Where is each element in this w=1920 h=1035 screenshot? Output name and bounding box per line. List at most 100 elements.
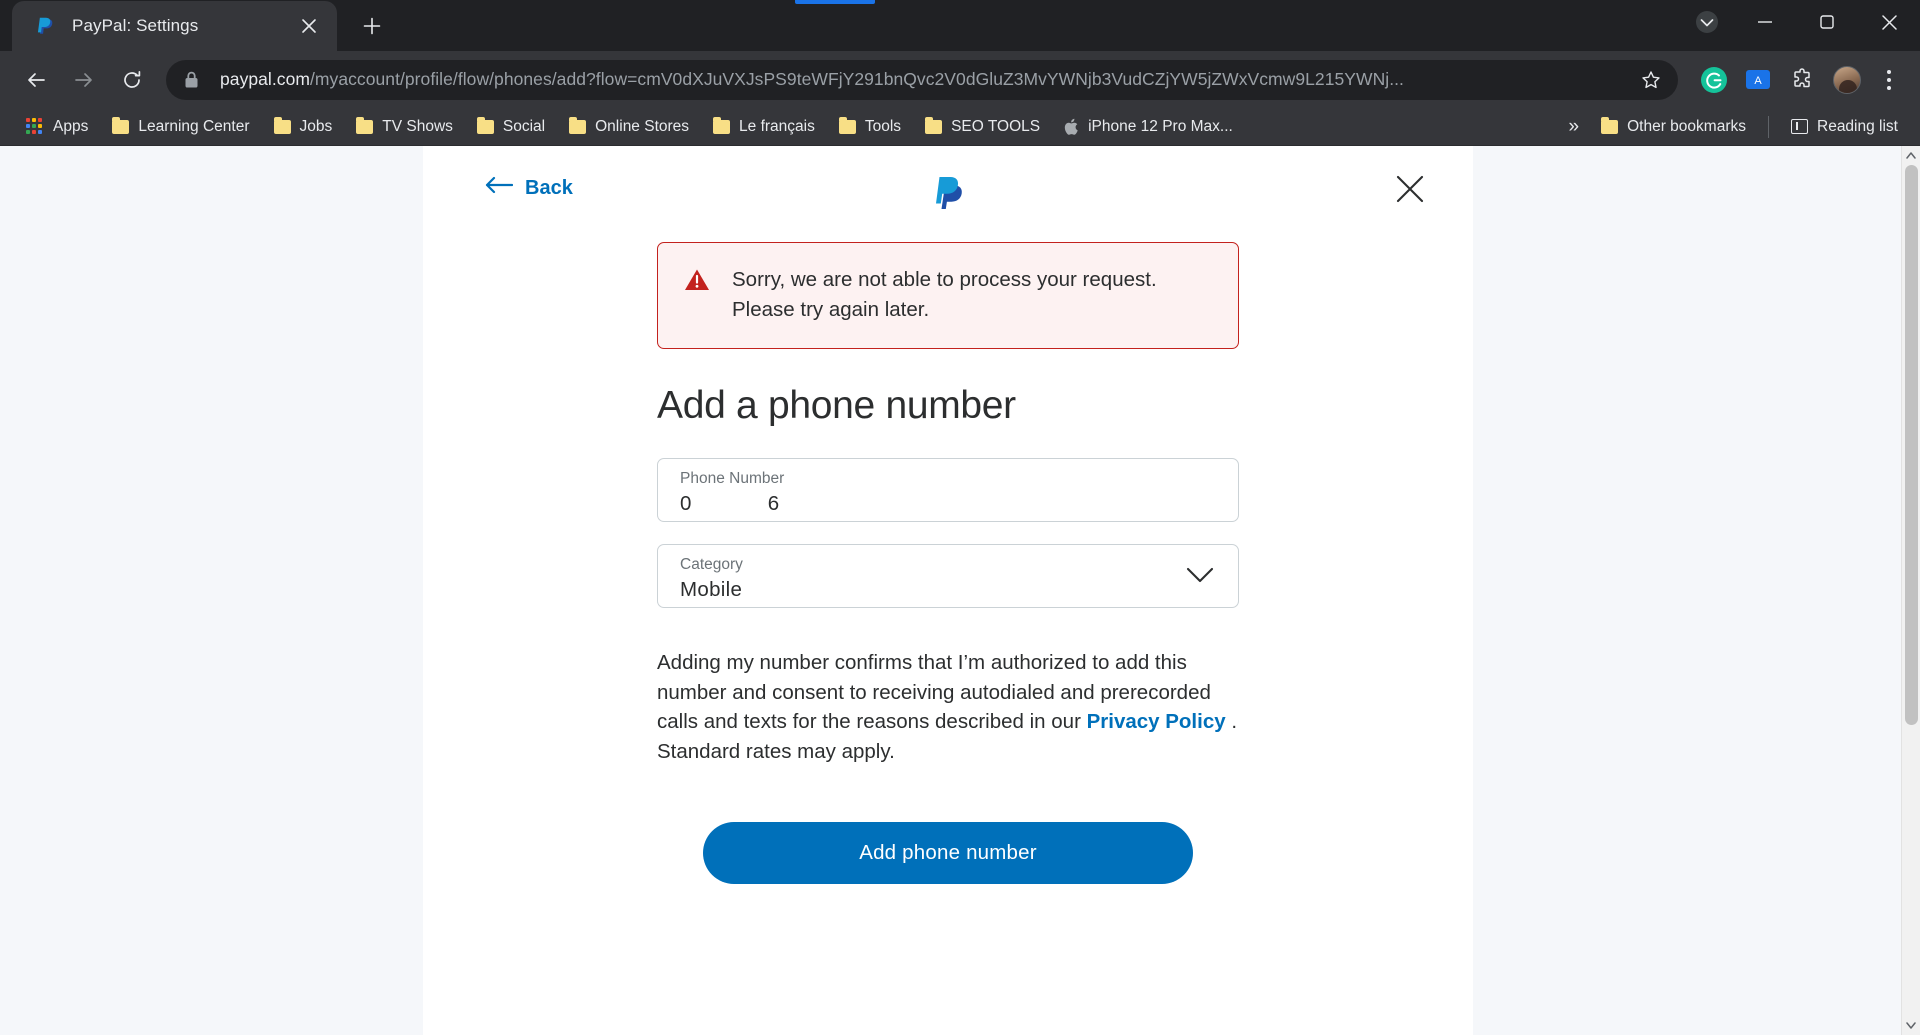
- dialog-content: Sorry, we are not able to process your r…: [423, 242, 1473, 884]
- reload-icon[interactable]: [110, 58, 154, 102]
- bookmark-label: Learning Center: [138, 117, 250, 135]
- scrollbar-thumb[interactable]: [1904, 165, 1918, 725]
- page-scrollbar[interactable]: [1901, 146, 1920, 1035]
- error-alert: Sorry, we are not able to process your r…: [657, 242, 1239, 350]
- folder-icon: [713, 116, 731, 134]
- bookmark-item-apps[interactable]: Apps: [14, 114, 100, 140]
- close-window-button[interactable]: [1858, 0, 1920, 44]
- url-text: paypal.com/myaccount/profile/flow/phones…: [220, 69, 1628, 90]
- page-left-gutter: [0, 146, 423, 1035]
- tab-strip: PayPal: Settings: [0, 0, 1920, 51]
- bookmark-star-icon[interactable]: [1638, 70, 1664, 90]
- translate-icon[interactable]: A: [1738, 60, 1778, 100]
- bookmark-item-tv-shows[interactable]: TV Shows: [344, 114, 465, 140]
- dialog-header: Back: [423, 146, 1473, 230]
- folder-icon: [925, 116, 943, 134]
- bookmarks-divider: [1768, 115, 1769, 138]
- privacy-policy-link[interactable]: Privacy Policy: [1087, 710, 1226, 733]
- folder-icon: [1601, 116, 1619, 134]
- other-bookmarks-button[interactable]: Other bookmarks: [1589, 114, 1758, 140]
- back-arrow-icon: [485, 176, 514, 200]
- avatar: [1833, 65, 1861, 94]
- grammarly-icon[interactable]: [1694, 60, 1734, 100]
- bookmark-item-tools[interactable]: Tools: [827, 114, 913, 140]
- reading-list-icon: [1791, 119, 1808, 134]
- category-select[interactable]: Category Mobile: [657, 544, 1239, 609]
- folder-icon: [569, 116, 587, 134]
- phone-number-input[interactable]: 06: [680, 492, 1216, 516]
- chrome-menu-icon[interactable]: [1872, 60, 1906, 100]
- scroll-up-arrow-icon[interactable]: [1902, 146, 1920, 165]
- reading-list-button[interactable]: Reading list: [1779, 114, 1910, 140]
- bookmark-item-seo-tools[interactable]: SEO TOOLS: [913, 114, 1052, 140]
- folder-icon: [476, 116, 494, 134]
- close-dialog-icon[interactable]: [1395, 174, 1425, 209]
- window-top-accent: [795, 0, 875, 4]
- bookmark-label: TV Shows: [382, 117, 453, 135]
- other-bookmarks-label: Other bookmarks: [1627, 117, 1746, 135]
- maximize-button[interactable]: [1796, 0, 1858, 44]
- scroll-down-arrow-icon[interactable]: [1902, 1016, 1920, 1035]
- add-phone-number-button[interactable]: Add phone number: [703, 821, 1193, 884]
- paypal-logo-icon: [34, 15, 56, 37]
- bookmark-label: SEO TOOLS: [951, 117, 1041, 135]
- phone-value-prefix: 0: [680, 492, 692, 516]
- back-label: Back: [525, 176, 573, 199]
- paypal-logo-icon: [929, 168, 967, 217]
- category-value: Mobile: [680, 578, 743, 602]
- forward-arrow-icon[interactable]: [62, 58, 106, 102]
- bookmark-label: Social: [502, 117, 546, 135]
- folder-icon: [838, 116, 856, 134]
- close-tab-icon[interactable]: [295, 12, 323, 40]
- bookmark-label: Jobs: [299, 117, 333, 135]
- paypal-dialog-card: Back Sorry, we are not able to process y…: [423, 146, 1473, 1035]
- url-domain: paypal.com: [220, 69, 310, 89]
- error-alert-text: Sorry, we are not able to process your r…: [732, 265, 1157, 324]
- browser-toolbar: paypal.com/myaccount/profile/flow/phones…: [0, 51, 1920, 108]
- tab-title: PayPal: Settings: [72, 16, 199, 35]
- bookmark-label: Apps: [53, 117, 89, 135]
- extensions-puzzle-icon[interactable]: [1782, 60, 1822, 100]
- browser-tab[interactable]: PayPal: Settings: [12, 1, 337, 51]
- lock-icon: [184, 71, 204, 89]
- phone-number-label: Phone Number: [680, 470, 785, 488]
- phone-value-suffix: 6: [767, 492, 780, 516]
- bookmark-item-iphone[interactable]: iPhone 12 Pro Max...: [1052, 114, 1245, 140]
- folder-icon: [112, 116, 130, 134]
- chevron-down-icon[interactable]: [1186, 567, 1214, 589]
- address-bar[interactable]: paypal.com/myaccount/profile/flow/phones…: [166, 59, 1678, 100]
- svg-text:A: A: [1754, 75, 1762, 87]
- profile-avatar-icon[interactable]: [1826, 59, 1868, 101]
- bookmark-item-learning-center[interactable]: Learning Center: [100, 114, 261, 140]
- category-label: Category: [680, 556, 743, 574]
- bookmark-item-online-stores[interactable]: Online Stores: [557, 114, 701, 140]
- apps-grid-icon: [26, 117, 44, 136]
- bookmarks-bar: Apps Learning Center Jobs TV Shows Socia…: [0, 108, 1920, 146]
- new-tab-button[interactable]: [351, 5, 393, 47]
- phone-number-field[interactable]: Phone Number 06: [657, 458, 1239, 523]
- bookmark-label: Le français: [739, 117, 815, 135]
- minimize-button[interactable]: [1734, 0, 1796, 44]
- page-title: Add a phone number: [657, 384, 1016, 428]
- bookmark-item-social[interactable]: Social: [465, 114, 557, 140]
- bookmark-item-jobs[interactable]: Jobs: [262, 114, 345, 140]
- window-profile-badge[interactable]: [1680, 0, 1734, 44]
- folder-icon: [356, 116, 374, 134]
- browser-window: PayPal: Settings paypal.com/myaccount/pr…: [0, 0, 1920, 1035]
- url-path: /myaccount/profile/flow/phones/add?flow=…: [310, 69, 1404, 89]
- folder-icon: [273, 116, 291, 134]
- apple-icon: [1064, 118, 1079, 136]
- consent-text: Adding my number confirms that I’m autho…: [657, 648, 1239, 766]
- back-arrow-icon[interactable]: [14, 58, 58, 102]
- back-button[interactable]: Back: [485, 176, 573, 200]
- page-viewport: Back Sorry, we are not able to process y…: [0, 146, 1920, 1035]
- error-line-1: Sorry, we are not able to process your r…: [732, 268, 1157, 291]
- bookmark-label: iPhone 12 Pro Max...: [1088, 117, 1233, 135]
- scrollbar-track[interactable]: [1902, 165, 1920, 1016]
- error-line-2: Please try again later.: [732, 297, 930, 321]
- bookmark-label: Online Stores: [595, 117, 690, 135]
- bookmark-item-le-francais[interactable]: Le français: [701, 114, 827, 140]
- bookmarks-overflow-button[interactable]: »: [1559, 114, 1590, 140]
- reading-list-label: Reading list: [1817, 117, 1898, 135]
- window-controls: [1680, 0, 1920, 44]
